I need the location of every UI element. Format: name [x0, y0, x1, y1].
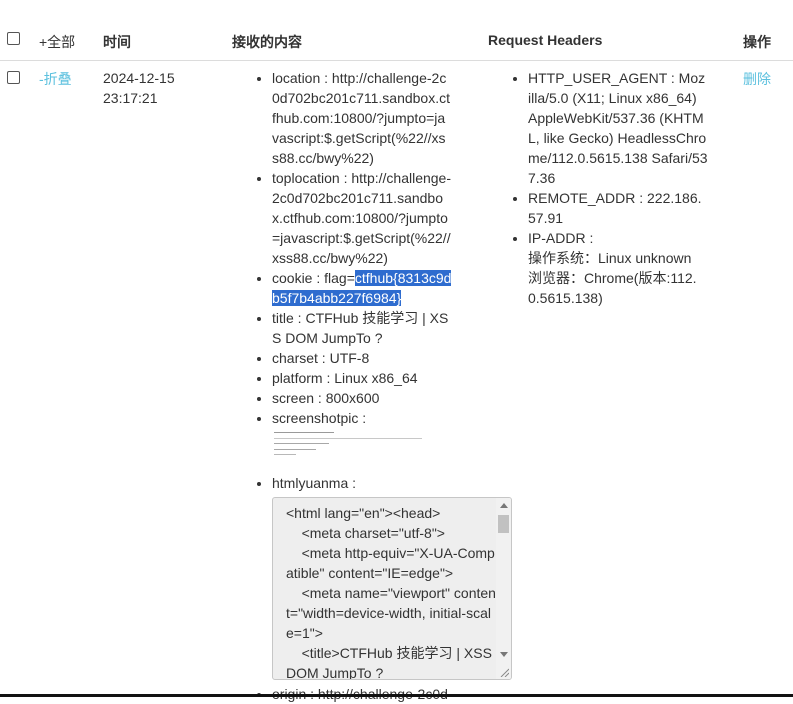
list-item-screenshotpic: screenshotpic :: [272, 408, 487, 459]
row-time: 23:17:21: [103, 90, 158, 106]
selected-flag-text[interactable]: ctfhub{8313c9d: [354, 270, 452, 286]
list-item-cookie: cookie : flag=ctfhub{8313c9d b5f7b4abb22…: [272, 268, 487, 308]
row-timestamp: 2024-12-15 23:17:21: [103, 68, 175, 108]
column-header-actions: 操作: [743, 34, 771, 50]
list-item-screen: screen : 800x600: [272, 388, 487, 408]
list-item-charset: charset : UTF-8: [272, 348, 487, 368]
column-header-content: 接收的内容: [232, 34, 302, 50]
request-headers-list: HTTP_USER_AGENT : Moz illa/5.0 (X11; Lin…: [506, 68, 718, 308]
list-item-remote-addr: REMOTE_ADDR : 222.186. 57.91: [528, 188, 718, 228]
list-item-location: location : http://challenge-2c 0d702bc20…: [272, 68, 487, 168]
row-checkbox[interactable]: [7, 71, 20, 84]
list-item-platform: platform : Linux x86_64: [272, 368, 487, 388]
table-header: +全部 时间 接收的内容 Request Headers 操作: [0, 0, 793, 61]
delete-link[interactable]: 删除: [743, 69, 771, 89]
html-source-textarea[interactable]: <html lang="en"><head> <meta charset="ut…: [272, 497, 512, 680]
resize-grip-icon[interactable]: [499, 667, 509, 677]
scroll-down-arrow-icon[interactable]: [500, 652, 508, 657]
list-item-title: title : CTFHub 技能学习 | XS S DOM JumpTo ?: [272, 308, 487, 348]
textarea-scrollbar[interactable]: [496, 498, 511, 679]
row-date: 2024-12-15: [103, 70, 175, 86]
list-item-ip-addr: IP-ADDR : 操作系统：Linux unknown 浏览器：Chrome(…: [528, 228, 718, 308]
screenshot-thumbnail[interactable]: [272, 429, 422, 459]
received-content-list: location : http://challenge-2c 0d702bc20…: [250, 68, 512, 704]
list-item-user-agent: HTTP_USER_AGENT : Moz illa/5.0 (X11; Lin…: [528, 68, 718, 188]
scrollbar-thumb[interactable]: [498, 515, 509, 533]
select-all-checkbox[interactable]: [7, 32, 20, 45]
scroll-up-arrow-icon[interactable]: [500, 503, 508, 508]
expand-all-link[interactable]: +全部: [39, 32, 75, 52]
list-item-htmlyuanma: htmlyuanma : <html lang="en"><head> <met…: [272, 473, 512, 680]
list-item-toplocation: toplocation : http://challenge- 2c0d702b…: [272, 168, 487, 268]
selected-flag-text-cont[interactable]: b5f7b4abb227f6984}: [272, 290, 402, 306]
column-header-time: 时间: [103, 34, 131, 50]
column-header-request-headers: Request Headers: [488, 32, 603, 48]
html-source-text: <html lang="en"><head> <meta charset="ut…: [286, 505, 496, 680]
collapse-link[interactable]: -折叠: [39, 69, 72, 89]
